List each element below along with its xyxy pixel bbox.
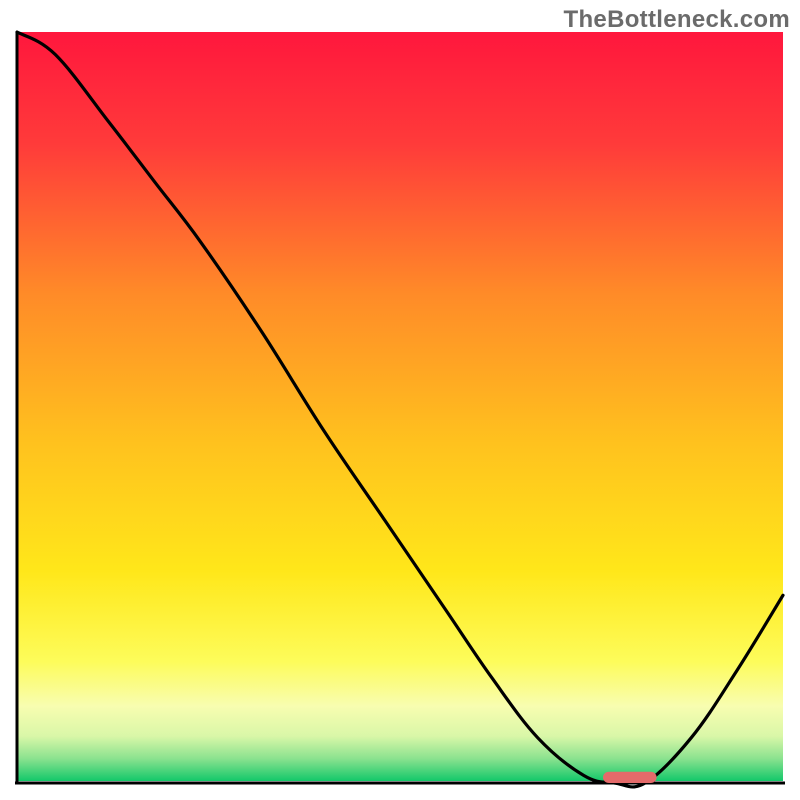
plot-background xyxy=(17,32,783,781)
chart-svg xyxy=(0,0,800,800)
chart-container: TheBottleneck.com xyxy=(0,0,800,800)
watermark-text: TheBottleneck.com xyxy=(564,6,790,34)
min-marker xyxy=(603,772,657,783)
